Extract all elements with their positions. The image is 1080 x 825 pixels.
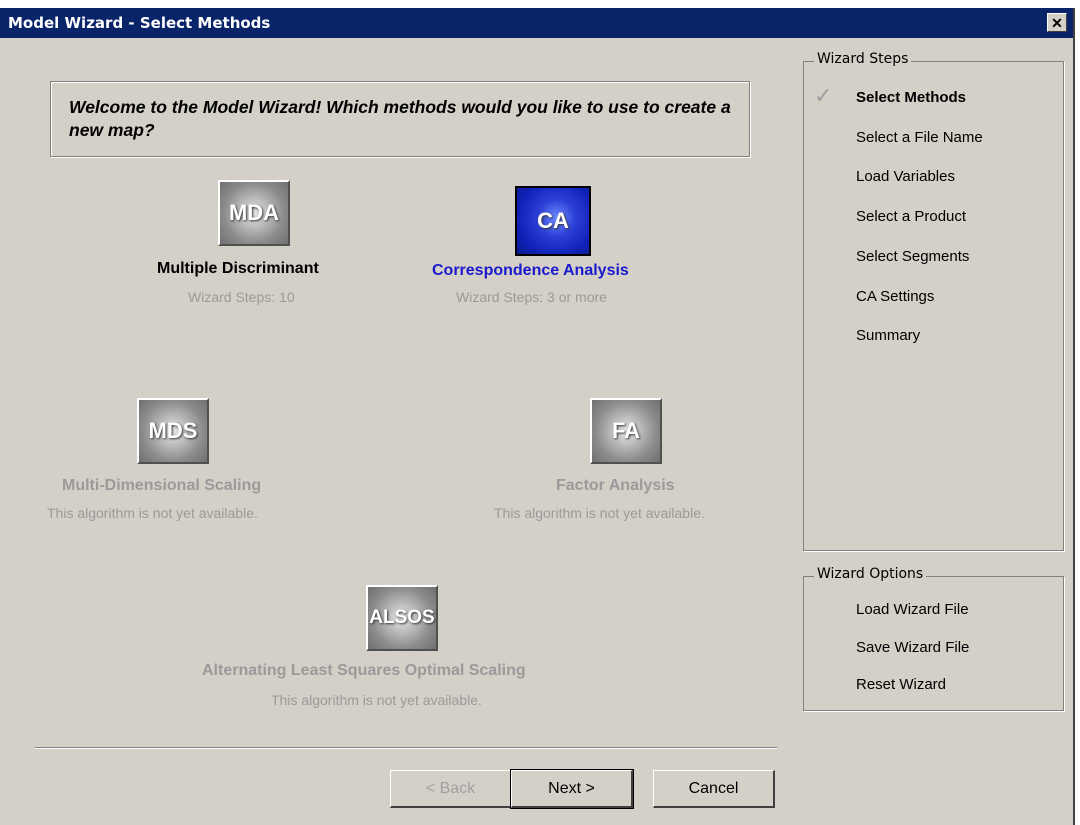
- step-select-segments: Select Segments: [856, 248, 970, 265]
- welcome-text: Welcome to the Model Wizard! Which metho…: [69, 97, 731, 140]
- method-ca-name[interactable]: Correspondence Analysis: [432, 262, 629, 280]
- reset-wizard-link[interactable]: Reset Wizard: [856, 676, 946, 693]
- step-select-methods: Select Methods: [856, 89, 967, 106]
- step-ca-settings: CA Settings: [856, 288, 935, 305]
- method-mda-steps: Wizard Steps: 10: [188, 289, 295, 305]
- check-icon: ✓: [814, 83, 833, 108]
- close-button[interactable]: ✕: [1047, 13, 1067, 32]
- wizard-steps-panel: Wizard Steps ✓ Select Methods Select a F…: [803, 51, 1064, 551]
- method-mds-name[interactable]: Multi-Dimensional Scaling: [62, 477, 261, 495]
- step-select-file-name: Select a File Name: [856, 129, 983, 146]
- cancel-button[interactable]: Cancel: [653, 770, 775, 808]
- method-mds-availability: This algorithm is not yet available.: [47, 505, 258, 521]
- wizard-steps-legend: Wizard Steps: [814, 51, 912, 67]
- ca-icon[interactable]: CA: [515, 186, 591, 256]
- title-bar: Model Wizard - Select Methods ✕: [0, 8, 1073, 38]
- method-mda-name[interactable]: Multiple Discriminant: [157, 260, 319, 278]
- alsos-icon[interactable]: ALSOS: [366, 585, 438, 651]
- save-wizard-file-link[interactable]: Save Wizard File: [856, 639, 969, 656]
- wizard-options-legend: Wizard Options: [814, 566, 927, 582]
- method-alsos-availability: This algorithm is not yet available.: [271, 692, 482, 708]
- model-wizard-window: Model Wizard - Select Methods ✕ Welcome …: [0, 8, 1075, 825]
- mda-icon[interactable]: MDA: [218, 180, 290, 246]
- step-load-variables: Load Variables: [856, 168, 955, 185]
- welcome-panel: Welcome to the Model Wizard! Which metho…: [50, 81, 750, 157]
- close-icon: ✕: [1051, 14, 1063, 31]
- footer-separator: [35, 747, 777, 749]
- window-title: Model Wizard - Select Methods: [8, 14, 271, 32]
- next-button[interactable]: Next >: [510, 769, 634, 809]
- method-alsos-name[interactable]: Alternating Least Squares Optimal Scalin…: [202, 662, 526, 680]
- fa-icon[interactable]: FA: [590, 398, 662, 464]
- wizard-options-panel: Wizard Options Load Wizard File Save Wiz…: [803, 566, 1064, 711]
- mds-icon[interactable]: MDS: [137, 398, 209, 464]
- step-summary: Summary: [856, 327, 921, 344]
- method-fa-availability: This algorithm is not yet available.: [494, 505, 705, 521]
- step-select-product: Select a Product: [856, 208, 967, 225]
- load-wizard-file-link[interactable]: Load Wizard File: [856, 601, 969, 618]
- method-fa-name[interactable]: Factor Analysis: [556, 477, 675, 495]
- method-ca-steps: Wizard Steps: 3 or more: [456, 289, 607, 305]
- back-button[interactable]: < Back: [390, 770, 512, 808]
